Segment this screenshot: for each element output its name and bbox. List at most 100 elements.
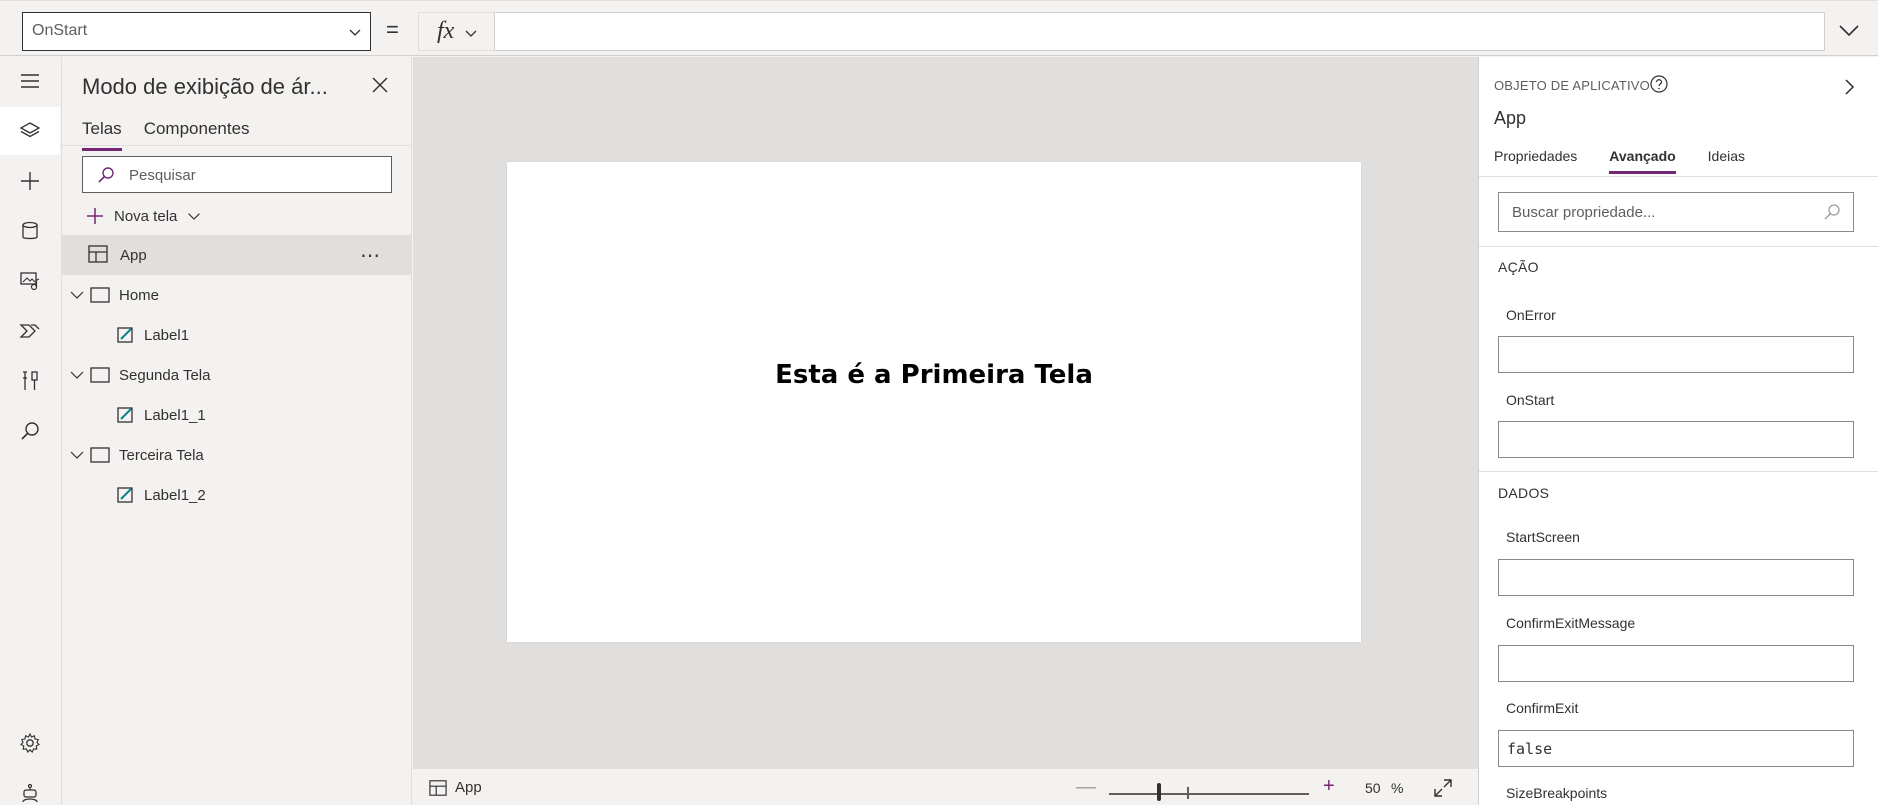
tree-item-segunda-tela[interactable]: Segunda Tela bbox=[62, 355, 412, 395]
fit-to-window-icon[interactable] bbox=[1433, 778, 1453, 798]
chevron-down-icon[interactable] bbox=[70, 288, 84, 302]
hamburger-menu-button[interactable] bbox=[0, 57, 60, 105]
app-icon bbox=[88, 245, 108, 263]
virtual-agent-button[interactable] bbox=[0, 769, 60, 805]
property-value: false bbox=[1507, 740, 1553, 758]
tree-search-placeholder: Pesquisar bbox=[129, 167, 196, 184]
divider bbox=[62, 145, 412, 146]
label-control-icon bbox=[117, 487, 133, 503]
chevron-right-icon[interactable] bbox=[1841, 79, 1857, 95]
section-title-action: AÇÃO bbox=[1498, 259, 1539, 275]
property-label-confirmexitmessage: ConfirmExitMessage bbox=[1506, 615, 1636, 631]
chevron-down-icon[interactable] bbox=[70, 448, 84, 462]
screen-icon bbox=[90, 447, 110, 463]
properties-pane: OBJETO DE APLICATIVO App Propriedades Av… bbox=[1478, 57, 1878, 805]
formula-input[interactable] bbox=[494, 12, 1825, 51]
section-title-data: DADOS bbox=[1498, 485, 1550, 501]
zoom-slider-track[interactable] bbox=[1109, 793, 1309, 795]
zoom-in-button[interactable]: + bbox=[1323, 775, 1335, 798]
fx-icon: fx bbox=[437, 18, 455, 44]
property-search-input[interactable]: Buscar propriedade... bbox=[1498, 192, 1854, 232]
virtual-agent-icon bbox=[22, 783, 38, 803]
expand-formula-bar-icon[interactable] bbox=[1838, 19, 1860, 41]
property-label-startscreen: StartScreen bbox=[1506, 529, 1580, 545]
app-rail bbox=[0, 57, 62, 805]
canvas-status-bar: App — + 50 % bbox=[413, 768, 1478, 805]
gear-icon bbox=[20, 732, 40, 753]
tree-item-label: Home bbox=[119, 287, 160, 304]
power-automate-icon bbox=[19, 324, 40, 338]
tab-ideas[interactable]: Ideias bbox=[1708, 148, 1745, 174]
tree-item-label1[interactable]: Label1 bbox=[62, 315, 412, 355]
property-label-onstart: OnStart bbox=[1506, 392, 1555, 408]
tree-search-input[interactable]: Pesquisar bbox=[82, 156, 392, 193]
search-button[interactable] bbox=[0, 407, 60, 455]
database-icon bbox=[22, 221, 38, 240]
tree-item-label: Segunda Tela bbox=[119, 367, 211, 384]
tree-item-terceira-tela[interactable]: Terceira Tela bbox=[62, 435, 412, 475]
hamburger-icon bbox=[21, 74, 39, 88]
equals-sign: = bbox=[386, 17, 399, 42]
tree-item-label1-2[interactable]: Label1_2 bbox=[62, 475, 412, 515]
tree-item-label: App bbox=[120, 247, 147, 264]
plus-icon bbox=[21, 172, 39, 190]
tree-item-label: Label1_1 bbox=[144, 407, 206, 424]
zoom-out-button[interactable]: — bbox=[1076, 776, 1096, 799]
new-screen-label: Nova tela bbox=[114, 207, 178, 225]
chevron-down-icon[interactable] bbox=[70, 368, 84, 382]
chevron-down-icon bbox=[349, 29, 361, 36]
object-name: App bbox=[1494, 108, 1527, 128]
screen-icon bbox=[90, 287, 110, 303]
media-button[interactable] bbox=[0, 257, 60, 305]
property-input-startscreen[interactable] bbox=[1498, 559, 1854, 596]
tree-view-button[interactable] bbox=[0, 107, 60, 155]
property-input-confirmexit[interactable]: false bbox=[1498, 730, 1854, 767]
property-label-onerror: OnError bbox=[1506, 307, 1556, 323]
canvas-area[interactable]: Esta é a Primeira Tela bbox=[413, 57, 1478, 768]
property-dropdown[interactable]: OnStart bbox=[22, 12, 371, 51]
tree-item-label: Label1 bbox=[144, 327, 190, 344]
divider bbox=[1479, 471, 1878, 472]
media-icon bbox=[20, 272, 40, 291]
tree-item-label1-1[interactable]: Label1_1 bbox=[62, 395, 412, 435]
new-screen-button[interactable]: Nova tela bbox=[86, 203, 201, 229]
zoom-unit: % bbox=[1391, 780, 1404, 796]
more-options-icon[interactable]: ⋯ bbox=[360, 243, 381, 268]
data-button[interactable] bbox=[0, 207, 60, 255]
screen-label-text[interactable]: Esta é a Primeira Tela bbox=[507, 360, 1361, 390]
tree-view-title: Modo de exibição de ár... bbox=[82, 74, 328, 99]
tree-item-label: Label1_2 bbox=[144, 487, 206, 504]
advanced-tools-button[interactable] bbox=[0, 357, 60, 405]
app-screen-preview[interactable]: Esta é a Primeira Tela bbox=[507, 162, 1361, 642]
settings-button[interactable] bbox=[0, 719, 60, 767]
property-input-confirmexitmessage[interactable] bbox=[1498, 645, 1854, 682]
tab-properties[interactable]: Propriedades bbox=[1494, 148, 1577, 174]
tree-item-home[interactable]: Home bbox=[62, 275, 412, 315]
zoom-level: 50 bbox=[1365, 780, 1381, 796]
screen-icon bbox=[90, 367, 110, 383]
tab-advanced[interactable]: Avançado bbox=[1609, 148, 1677, 174]
power-automate-button[interactable] bbox=[0, 307, 60, 355]
search-icon bbox=[21, 422, 39, 440]
divider bbox=[1479, 176, 1878, 177]
insert-button[interactable] bbox=[0, 157, 60, 205]
property-label-sizebreakpoints: SizeBreakpoints bbox=[1506, 785, 1608, 801]
label-control-icon bbox=[117, 327, 133, 343]
help-icon[interactable] bbox=[1649, 74, 1669, 94]
plus-icon bbox=[87, 208, 103, 224]
function-button[interactable]: fx bbox=[418, 12, 494, 51]
property-dropdown-value: OnStart bbox=[32, 22, 88, 39]
divider bbox=[1479, 246, 1878, 247]
close-icon[interactable] bbox=[370, 75, 390, 95]
tree-item-app[interactable]: App ⋯ bbox=[62, 235, 412, 275]
property-input-onstart[interactable] bbox=[1498, 421, 1854, 458]
tree-view-panel: Modo de exibição de ár... Telas Componen… bbox=[62, 57, 412, 805]
properties-tabs: Propriedades Avançado Ideias bbox=[1494, 148, 1745, 174]
selected-control-label[interactable]: App bbox=[455, 779, 482, 796]
zoom-slider-default-tick bbox=[1187, 787, 1189, 799]
tools-icon bbox=[23, 371, 38, 390]
chevron-down-icon bbox=[465, 30, 477, 37]
property-search-placeholder: Buscar propriedade... bbox=[1512, 204, 1656, 221]
zoom-slider-thumb[interactable] bbox=[1157, 783, 1161, 801]
property-input-onerror[interactable] bbox=[1498, 336, 1854, 373]
